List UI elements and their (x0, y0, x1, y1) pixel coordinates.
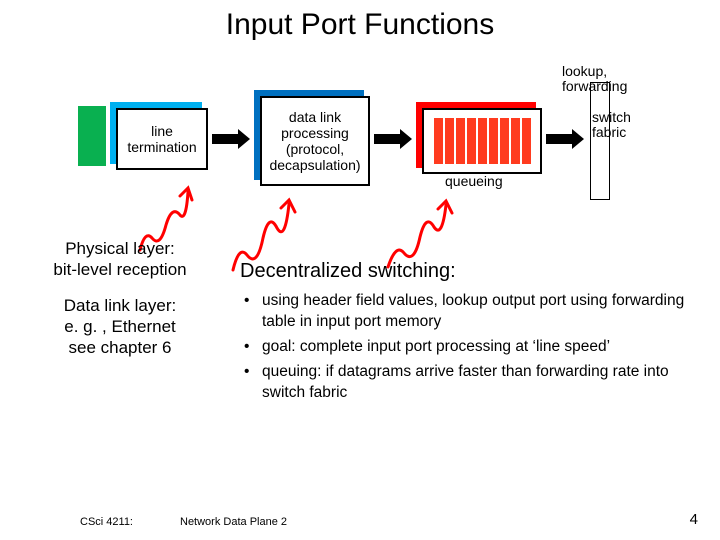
box-data-link: data link processing (protocol, decapsul… (260, 96, 370, 186)
bullet-list: using header field values, lookup output… (240, 291, 700, 404)
box-lookup-queue (422, 108, 542, 174)
bullet-1: using header field values, lookup output… (262, 291, 700, 333)
footer-subtitle: Network Data Plane 2 (180, 516, 287, 528)
lookup-label: lookup, forwarding (562, 64, 642, 95)
switch-fabric-label: switch fabric (592, 110, 642, 141)
green-shadow (78, 106, 106, 166)
queue-label: queueing (445, 174, 503, 189)
bullet-3: queuing: if datagrams arrive faster than… (262, 362, 700, 404)
datalink-layer-title: Data link layer: (20, 295, 220, 316)
right-text-column: Decentralized switching: using header fi… (240, 260, 700, 408)
physical-layer-desc: bit-level reception (20, 259, 220, 280)
slide-title: Input Port Functions (0, 0, 720, 42)
box-line-termination: line termination (116, 108, 208, 170)
page-number: 4 (690, 511, 698, 528)
bullet-2: goal: complete input port processing at … (262, 337, 700, 358)
datalink-layer-ref: see chapter 6 (20, 337, 220, 358)
physical-layer-title: Physical layer: (20, 238, 220, 259)
decentralized-heading: Decentralized switching: (240, 260, 700, 283)
arrow-3 (546, 134, 574, 144)
switch-fabric-box (590, 82, 610, 200)
datalink-layer-eg: e. g. , Ethernet (20, 316, 220, 337)
left-text-column: Physical layer: bit-level reception Data… (20, 238, 220, 372)
footer-course: CSci 4211: (80, 516, 133, 528)
arrow-1 (212, 134, 240, 144)
arrow-2 (374, 134, 402, 144)
queue-bars-icon (434, 118, 531, 164)
